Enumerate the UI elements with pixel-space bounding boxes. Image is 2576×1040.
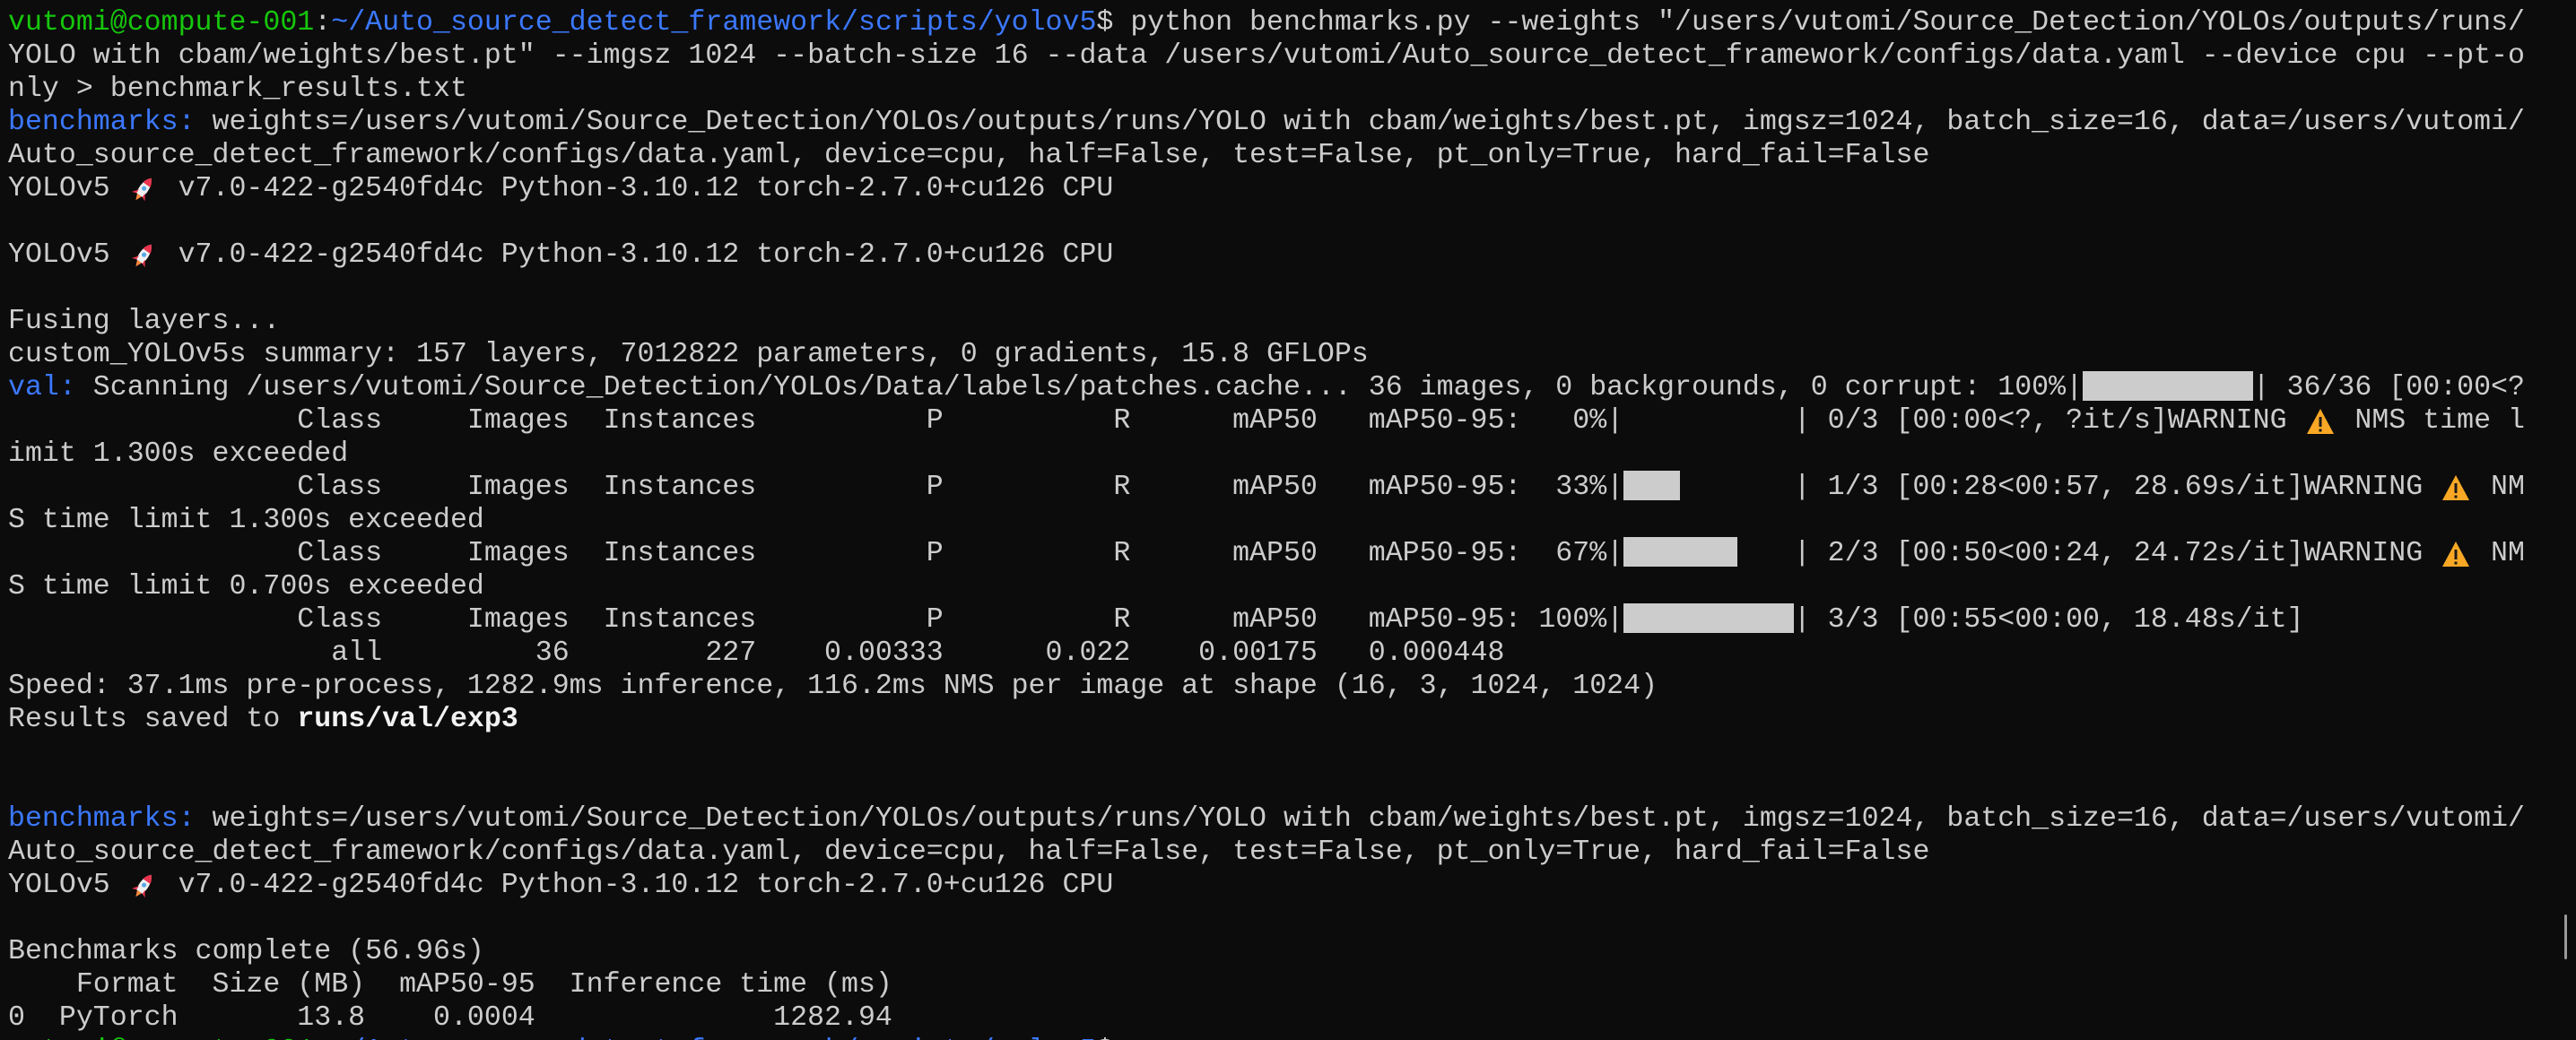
terminal-line: vutomi@compute-001:~/Auto_source_detect_… (8, 6, 2576, 39)
output-text: YOLOv5 (8, 239, 127, 271)
output-text: S time limit 1.300s exceeded (8, 505, 484, 536)
highlighted-text: val: (8, 372, 76, 403)
terminal-line: Results saved to runs/val/exp3 (8, 703, 2576, 736)
output-text: : (314, 7, 332, 39)
terminal-line: nly > benchmark_results.txt (8, 73, 2576, 106)
progress-bar-fill (1623, 603, 1794, 633)
progress-bar (1623, 404, 1794, 434)
terminal-line: 0 PyTorch 13.8 0.0004 1282.94 (8, 1001, 2576, 1035)
output-text: Class Images Instances P R mAP50 mAP50-9… (8, 472, 1624, 503)
terminal-line: YOLOv5 v7.0-422-g2540fd4c Python-3.10.12… (8, 869, 2576, 902)
output-text: Fusing layers... (8, 306, 298, 337)
output-text: $ python benchmarks.py --weights "/users… (1096, 7, 2526, 39)
output-text: Scanning /users/vutomi/Source_Detection/… (75, 372, 2084, 403)
scrollbar-thumb[interactable] (2564, 914, 2567, 959)
output-text: runs/val/exp3 (297, 704, 518, 735)
terminal-line: S time limit 0.700s exceeded (8, 570, 2576, 603)
progress-bar (1623, 603, 1794, 633)
output-text: Class Images Instances P R mAP50 mAP50-9… (8, 538, 1624, 569)
prompt-user-host: vutomi@compute-001 (8, 1036, 314, 1040)
terminal-line: Class Images Instances P R mAP50 mAP50-9… (8, 404, 2576, 438)
output-text: weights=/users/vutomi/Source_Detection/Y… (195, 107, 2525, 138)
output-text: Results saved to (8, 704, 298, 735)
output-text: : (314, 1036, 331, 1040)
output-text: 0 PyTorch 13.8 0.0004 1282.94 (8, 1002, 892, 1034)
terminal-line: all 36 227 0.00333 0.022 0.00175 0.00044… (8, 637, 2576, 670)
highlighted-text: benchmarks: (8, 803, 196, 835)
terminal-line: YOLOv5 v7.0-422-g2540fd4c Python-3.10.12… (8, 238, 2576, 272)
output-text: Class Images Instances P R mAP50 mAP50-9… (8, 405, 1624, 437)
output-text: Benchmarks complete (56.96s) (8, 936, 484, 967)
terminal-line: benchmarks: weights=/users/vutomi/Source… (8, 802, 2576, 836)
output-text: | 36/36 [00:00<? (2252, 372, 2525, 403)
terminal-line: val: Scanning /users/vutomi/Source_Detec… (8, 371, 2576, 404)
output-text: v7.0-422-g2540fd4c Python-3.10.12 torch-… (161, 870, 1114, 901)
terminal-line: Speed: 37.1ms pre-process, 1282.9ms infe… (8, 670, 2576, 703)
terminal-line: Class Images Instances P R mAP50 mAP50-9… (8, 537, 2576, 570)
terminal-line: vutomi@compute-001:~/Auto_source_detect_… (8, 1035, 2576, 1040)
output-text: Auto_source_detect_framework/configs/dat… (8, 140, 1930, 171)
highlighted-text: ~/Auto_source_detect_framework/scripts/y… (331, 7, 1097, 39)
warning-icon (2440, 537, 2474, 570)
output-text: YOLOv5 (8, 870, 127, 901)
terminal-line: YOLO with cbam/weights/best.pt" --imgsz … (8, 39, 2576, 73)
highlighted-text: ~/Auto_source_detect_framework/scripts/y… (331, 1036, 1096, 1040)
terminal-output[interactable]: vutomi@compute-001:~/Auto_source_detect_… (0, 0, 2576, 1040)
progress-bar (2083, 371, 2253, 401)
output-text: | 2/3 [00:50<00:24, 24.72s/it]WARNING (1793, 538, 2441, 569)
prompt-user-host: vutomi@compute-001 (8, 7, 315, 39)
output-text: | 3/3 [00:55<00:00, 18.48s/it] (1793, 604, 2304, 636)
terminal-line: imit 1.300s exceeded (8, 438, 2576, 471)
terminal-line: Auto_source_detect_framework/configs/dat… (8, 139, 2576, 172)
output-text: all 36 227 0.00333 0.022 0.00175 0.00044… (8, 637, 1505, 669)
terminal-line: S time limit 1.300s exceeded (8, 504, 2576, 537)
output-text: custom_YOLOv5s summary: 157 layers, 7012… (8, 339, 1369, 370)
output-text: $ (1096, 1036, 1113, 1040)
output-text: v7.0-422-g2540fd4c Python-3.10.12 torch-… (161, 173, 1114, 204)
progress-bar-fill (1623, 537, 1738, 567)
output-text: NMS time l (2337, 405, 2525, 437)
output-text: NM (2474, 472, 2525, 503)
terminal-line: Fusing layers... (8, 305, 2576, 338)
terminal-line: Class Images Instances P R mAP50 mAP50-9… (8, 603, 2576, 637)
output-text: imit 1.300s exceeded (8, 438, 349, 470)
progress-bar (1623, 471, 1794, 500)
highlighted-text: benchmarks: (8, 107, 196, 138)
output-text: NM (2474, 538, 2525, 569)
warning-icon (2440, 471, 2474, 504)
terminal-line: Auto_source_detect_framework/configs/dat… (8, 836, 2576, 869)
progress-bar (1623, 537, 1794, 567)
output-text: Auto_source_detect_framework/configs/dat… (8, 836, 1930, 868)
rocket-icon (127, 238, 161, 272)
progress-bar-fill (2083, 371, 2253, 401)
terminal-line: benchmarks: weights=/users/vutomi/Source… (8, 106, 2576, 139)
terminal-line: Class Images Instances P R mAP50 mAP50-9… (8, 471, 2576, 504)
rocket-icon (127, 172, 161, 205)
warning-icon (2304, 404, 2338, 438)
output-text: Format Size (MB) mAP50-95 Inference time… (8, 969, 892, 1001)
output-text: weights=/users/vutomi/Source_Detection/Y… (195, 803, 2525, 835)
output-text: YOLOv5 (8, 173, 127, 204)
output-text: YOLO with cbam/weights/best.pt" --imgsz … (8, 40, 2525, 72)
output-text: nly > benchmark_results.txt (8, 74, 467, 105)
output-text: Class Images Instances P R mAP50 mAP50-9… (8, 604, 1624, 636)
terminal-line: Format Size (MB) mAP50-95 Inference time… (8, 968, 2576, 1001)
progress-bar-fill (1623, 471, 1680, 500)
output-text: S time limit 0.700s exceeded (8, 571, 484, 602)
rocket-icon (127, 869, 161, 902)
output-text: | 1/3 [00:28<00:57, 28.69s/it]WARNING (1793, 472, 2441, 503)
terminal-line: custom_YOLOv5s summary: 157 layers, 7012… (8, 338, 2576, 371)
terminal-line: Benchmarks complete (56.96s) (8, 935, 2576, 968)
output-text: Speed: 37.1ms pre-process, 1282.9ms infe… (8, 671, 1658, 702)
terminal-line: YOLOv5 v7.0-422-g2540fd4c Python-3.10.12… (8, 172, 2576, 205)
output-text: v7.0-422-g2540fd4c Python-3.10.12 torch-… (161, 239, 1114, 271)
output-text: | 0/3 [00:00<?, ?it/s]WARNING (1793, 405, 2304, 437)
